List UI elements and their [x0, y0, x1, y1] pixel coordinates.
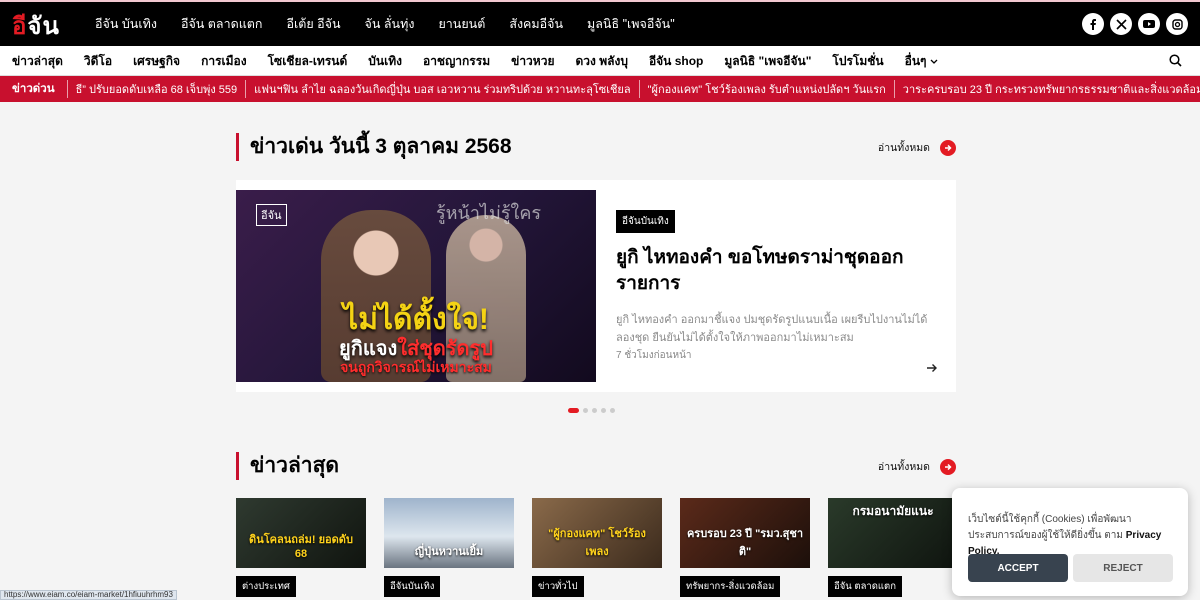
nav-item[interactable]: มูลนิธิ "เพจอีจัน" [724, 52, 811, 71]
top-link[interactable]: มูลนิธิ "เพจอีจัน" [587, 14, 675, 34]
youtube-icon[interactable] [1138, 13, 1160, 35]
category-tag[interactable]: อีจันบันเทิง [384, 576, 441, 597]
featured-section-title: ข่าวเด่น วันนี้ 3 ตุลาคม 2568 [250, 135, 512, 158]
arrow-right-icon[interactable] [926, 360, 938, 377]
logo-part-2: จัน [27, 10, 60, 40]
latest-read-all[interactable]: อ่านทั้งหมด [878, 458, 956, 475]
ticker-item[interactable]: ธี” ปรับยอดดับเหลือ 68 เจ็บพุ่ง 559 [66, 80, 246, 98]
reject-button[interactable]: REJECT [1073, 554, 1173, 582]
featured-excerpt: ยูกิ ไหทองคำ ออกมาชี้แจง ปมชุดรัดรูปแนบเ… [616, 314, 928, 344]
featured-image[interactable]: อีจัน รู้หน้าไม่รู้ใคร ไม่ได้ตั้งใจ! ยูก… [236, 190, 596, 382]
news-thumbnail[interactable]: "ผู้กองแคท" โชว์ร้องเพลง [532, 498, 662, 568]
logo-part-1: อี [12, 10, 28, 40]
category-tag[interactable]: ทรัพยากร-สิ่งแวดล้อม [680, 576, 781, 597]
cookie-text: เว็บไซต์นี้ใช้คุกกี้ (Cookies) เพื่อพัฒน… [968, 512, 1176, 560]
image-top-text: รู้หน้าไม่รู้ใคร [436, 203, 542, 223]
instagram-icon[interactable] [1166, 13, 1188, 35]
nav-more-label: อื่นๆ [904, 53, 927, 68]
nav-item[interactable]: บันเทิง [368, 52, 402, 71]
section-accent-bar [236, 133, 239, 161]
news-card[interactable]: "ผู้กองแคท" โชว์ร้องเพลง ข่าวทั่วไป [532, 498, 662, 597]
news-thumbnail[interactable]: กรมอนามัยแนะ [828, 498, 958, 568]
category-tag[interactable]: ต่างประเทศ [236, 576, 296, 597]
category-tag[interactable]: ข่าวทั่วไป [532, 576, 584, 597]
main-nav: ข่าวล่าสุด วิดีโอ เศรษฐกิจ การเมือง โซเช… [0, 46, 1200, 76]
image-badge: อีจัน [256, 204, 287, 226]
nav-item[interactable]: อาชญากรรม [423, 52, 490, 71]
featured-read-all[interactable]: อ่านทั้งหมด [878, 139, 956, 156]
news-thumbnail[interactable]: ดินโคลนถล่ม! ยอดดับ 68 [236, 498, 366, 568]
featured-headline[interactable]: ยูกิ ไหทองคำ ขอโทษดราม่าชุดออกรายการ [616, 245, 936, 297]
carousel-dot[interactable] [592, 408, 597, 413]
carousel-dot[interactable] [601, 408, 606, 413]
read-all-label: อ่านทั้งหมด [877, 142, 930, 154]
top-link[interactable]: จัน ลั่นทุ่ง [365, 14, 415, 34]
nav-item[interactable]: วิดีโอ [84, 52, 112, 71]
thumb-text: ครบรอบ 23 ปี "รมว.สุชาติ" [686, 528, 804, 558]
arrow-right-icon [940, 458, 956, 475]
top-link[interactable]: ยานยนต์ [438, 14, 485, 34]
top-link[interactable]: อีจัน ตลาดแตก [181, 14, 263, 34]
top-link[interactable]: อีจัน บันเทิง [95, 14, 157, 34]
nav-item[interactable]: ข่าวหวย [511, 52, 554, 71]
latest-news-grid: ดินโคลนถล่ม! ยอดดับ 68 ต่างประเทศ ญี่ปุ่… [236, 498, 996, 600]
x-icon[interactable] [1110, 13, 1132, 35]
status-bar-url: https://www.eiam.co/eiam-market/1hfiuuhr… [0, 590, 177, 600]
read-all-label: อ่านทั้งหมด [877, 461, 930, 473]
nav-item[interactable]: ข่าวล่าสุด [12, 52, 63, 71]
image-headline-3: จนถูกวิจารณ์ไม่เหมาะสม [340, 359, 492, 375]
thumb-text: กรมอนามัยแนะ [852, 504, 934, 518]
carousel-dot[interactable] [583, 408, 588, 413]
nav-item[interactable]: เศรษฐกิจ [133, 52, 180, 71]
carousel-dot-active[interactable] [568, 408, 579, 413]
featured-section-header: ข่าวเด่น วันนี้ 3 ตุลาคม 2568 อ่านทั้งหม… [236, 133, 956, 161]
section-accent-bar [236, 452, 239, 480]
thumb-text: ดินโคลนถล่ม! ยอดดับ 68 [249, 534, 353, 560]
thumb-text: ญี่ปุ่นหวานเยิ้ม [414, 546, 484, 558]
top-bar: อี จัน อีจัน บันเทิง อีจัน ตลาดแตก อีเต้ย… [0, 0, 1200, 46]
top-link[interactable]: สังคมอีจัน [509, 14, 563, 34]
news-thumbnail[interactable]: ญี่ปุ่นหวานเยิ้ม [384, 498, 514, 568]
search-icon[interactable] [1169, 54, 1182, 72]
ticker-item[interactable]: แฟนฯฟิน ลำไย ฉลองวันเกิดญี่ปุ่น บอส เอวห… [245, 80, 638, 98]
nav-item-more[interactable]: อื่นๆ [905, 52, 938, 71]
arrow-right-icon [940, 139, 956, 156]
cookie-consent-popup: เว็บไซต์นี้ใช้คุกกี้ (Cookies) เพื่อพัฒน… [952, 488, 1188, 596]
latest-section-header: ข่าวล่าสุด อ่านทั้งหมด [236, 452, 956, 480]
nav-item[interactable]: การเมือง [201, 52, 247, 71]
ticker-item[interactable]: "ผู้กองแคท" โชว์ร้องเพลง รับตำแหน่งปลัดฯ… [638, 80, 894, 98]
news-card[interactable]: กรมอนามัยแนะ อีจัน ตลาดแตก [828, 498, 958, 597]
site-logo[interactable]: อี จัน [12, 8, 60, 42]
category-tag[interactable]: อีจันบันเทิง [616, 210, 675, 233]
news-card[interactable]: ดินโคลนถล่ม! ยอดดับ 68 ต่างประเทศ [236, 498, 366, 597]
ticker-label: ข่าวด่วน [12, 83, 55, 95]
nav-item[interactable]: อีจัน shop [649, 52, 703, 71]
nav-item[interactable]: โซเชียล-เทรนด์ [268, 52, 348, 71]
featured-time: 7 ชั่วโมงก่อนหน้า [616, 350, 692, 361]
news-card[interactable]: ครบรอบ 23 ปี "รมว.สุชาติ" ทรัพยากร-สิ่งแ… [680, 498, 810, 597]
carousel-dots [568, 408, 619, 413]
breaking-news-ticker: ข่าวด่วน ธี” ปรับยอดดับเหลือ 68 เจ็บพุ่ง… [0, 76, 1200, 102]
category-tag[interactable]: อีจัน ตลาดแตก [828, 576, 902, 597]
cookie-message: เว็บไซต์นี้ใช้คุกกี้ (Cookies) เพื่อพัฒน… [968, 514, 1132, 541]
latest-section-title: ข่าวล่าสุด [250, 454, 340, 477]
chevron-down-icon [930, 59, 938, 64]
facebook-icon[interactable] [1082, 13, 1104, 35]
carousel-dot[interactable] [610, 408, 615, 413]
featured-article[interactable]: อีจัน รู้หน้าไม่รู้ใคร ไม่ได้ตั้งใจ! ยูก… [236, 180, 956, 392]
accept-button[interactable]: ACCEPT [968, 554, 1068, 582]
thumb-text: "ผู้กองแคท" โชว์ร้องเพลง [548, 528, 646, 558]
top-links: อีจัน บันเทิง อีจัน ตลาดแตก อีเต้ย อีจัน… [95, 2, 699, 46]
ticker-item[interactable]: วาระครบรอบ 23 ปี กระทรวงทรัพยากรธรรมชาติ… [893, 80, 1200, 98]
social-links [1076, 13, 1188, 35]
news-card[interactable]: ญี่ปุ่นหวานเยิ้ม อีจันบันเทิง [384, 498, 514, 597]
news-thumbnail[interactable]: ครบรอบ 23 ปี "รมว.สุชาติ" [680, 498, 810, 568]
nav-item[interactable]: โปรโมชั่น [832, 52, 883, 71]
nav-item[interactable]: ดวง พลังบุ [575, 52, 627, 71]
top-link[interactable]: อีเต้ย อีจัน [286, 14, 340, 34]
